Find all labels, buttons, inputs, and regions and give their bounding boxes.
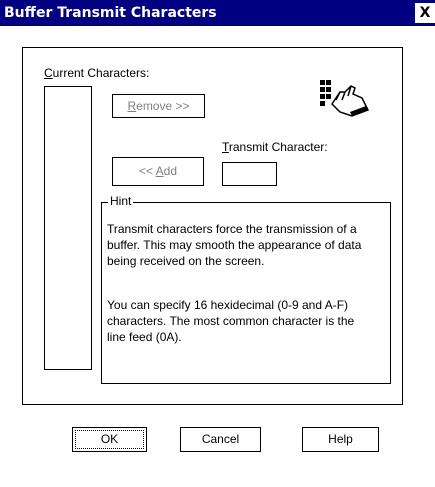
transmit-character-input[interactable]	[222, 162, 277, 186]
hint-groupbox: Hint Transmit characters force the trans…	[101, 194, 391, 384]
current-characters-label: Current Characters:	[44, 66, 150, 80]
window-title: Buffer Transmit Characters	[4, 5, 217, 21]
cancel-button[interactable]: Cancel	[180, 427, 261, 452]
hint-paragraph-1: Transmit characters force the transmissi…	[107, 222, 362, 268]
ok-button[interactable]: OK	[72, 427, 147, 452]
pointing-hand-icon	[320, 80, 370, 117]
title-bar: Buffer Transmit Characters X	[0, 0, 435, 26]
close-button[interactable]: X	[415, 3, 435, 23]
add-button[interactable]: << Add	[112, 157, 204, 186]
hint-title: Hint	[108, 194, 134, 208]
help-button[interactable]: Help	[302, 427, 379, 452]
transmit-character-label: Transmit Character:	[222, 140, 328, 154]
current-characters-list[interactable]	[44, 86, 92, 370]
remove-button[interactable]: Remove >>	[112, 94, 205, 118]
hint-paragraph-2: You can specify 16 hexidecimal (0-9 and …	[107, 298, 355, 344]
